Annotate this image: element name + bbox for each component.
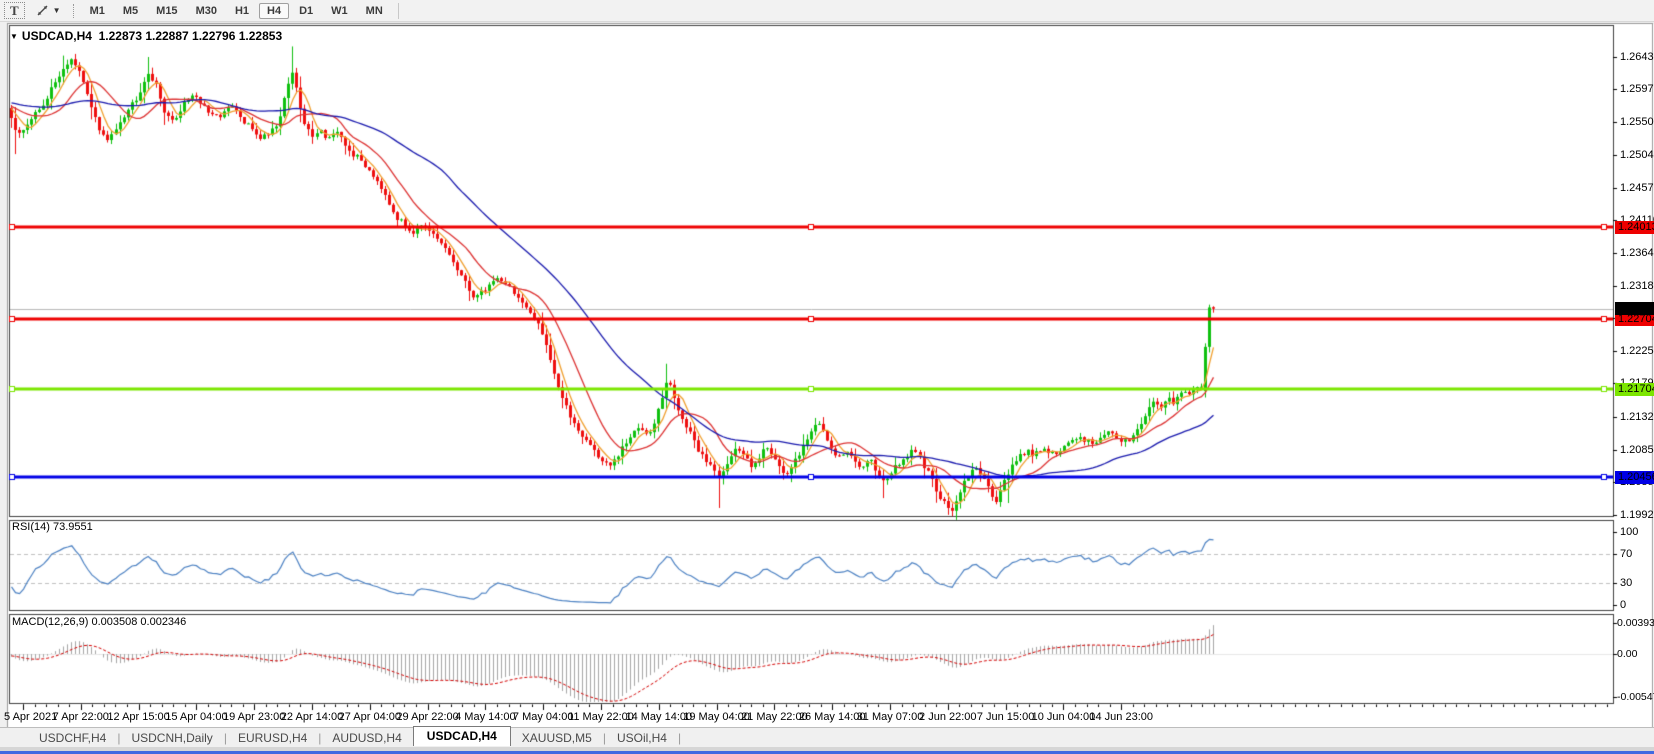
chart-tab-usdchf-h4[interactable]: USDCHF,H4 bbox=[28, 730, 117, 746]
price-axis-tick-label: 1.26430 bbox=[1620, 51, 1654, 63]
time-axis-label: 7 May 04:00 bbox=[513, 711, 574, 723]
chart-tab-bar: USDCHF,H4|USDCNH,Daily|EURUSD,H4|AUDUSD,… bbox=[0, 727, 1654, 747]
time-axis-label: 21 May 22:00 bbox=[741, 711, 808, 723]
rsi-axis-tick-label: 100 bbox=[1620, 526, 1638, 538]
price-axis-tick-label: 1.23640 bbox=[1620, 247, 1654, 259]
text-tool-button[interactable]: T bbox=[4, 2, 25, 19]
rsi-indicator-label: RSI(14) 73.9551 bbox=[12, 521, 93, 533]
rsi-axis-tick-label: 0 bbox=[1620, 599, 1626, 611]
chart-title: ▼ USDCAD,H4 1.22873 1.22887 1.22796 1.228… bbox=[10, 29, 282, 43]
toolbar-separator bbox=[398, 3, 399, 19]
chart-tab-usdcad-h4[interactable]: USDCAD,H4 bbox=[413, 726, 511, 746]
collapse-triangle-icon[interactable]: ▼ bbox=[10, 32, 18, 41]
time-axis-label: 27 Apr 04:00 bbox=[339, 711, 401, 723]
crosshair-arrows-tool-button[interactable]: ▼ bbox=[35, 4, 61, 18]
mt4-terminal: T ▼ M1M5M15M30H1H4D1W1MN ▼ USDCAD,H4 1.22… bbox=[0, 0, 1654, 754]
chart-tab-audusd-h4[interactable]: AUDUSD,H4 bbox=[321, 730, 412, 746]
timeframe-button-m15[interactable]: M15 bbox=[148, 3, 185, 19]
time-axis-label: 31 May 07:00 bbox=[857, 711, 924, 723]
tab-separator: | bbox=[678, 731, 681, 745]
rsi-axis-tick-label: 70 bbox=[1620, 548, 1632, 560]
timeframe-button-h1[interactable]: H1 bbox=[227, 3, 257, 19]
time-axis-label: 4 May 14:00 bbox=[455, 711, 516, 723]
price-level-tag: 1.20456 bbox=[1615, 471, 1654, 484]
time-axis-label: 15 Apr 04:00 bbox=[165, 711, 227, 723]
price-axis-tick-label: 1.25040 bbox=[1620, 149, 1654, 161]
macd-indicator-label: MACD(12,26,9) 0.003508 0.002346 bbox=[12, 616, 186, 628]
rsi-axis-tick-label: 30 bbox=[1620, 577, 1632, 589]
time-axis-label: 12 Apr 15:00 bbox=[107, 711, 169, 723]
axis-labels-overlay: 1.264301.259701.255001.250401.245701.241… bbox=[0, 0, 1654, 754]
chart-tab-usdcnh-daily[interactable]: USDCNH,Daily bbox=[120, 730, 223, 746]
timeframe-buttons: M1M5M15M30H1H4D1W1MN bbox=[81, 3, 392, 19]
chart-title-symbol: USDCAD,H4 bbox=[22, 29, 92, 43]
timeframe-button-d1[interactable]: D1 bbox=[291, 3, 321, 19]
time-axis-label: 22 Apr 14:00 bbox=[281, 711, 343, 723]
price-axis-tick-label: 1.22250 bbox=[1620, 345, 1654, 357]
time-axis-label: 19 May 04:00 bbox=[683, 711, 750, 723]
price-level-tag: 1.24013 bbox=[1615, 221, 1654, 234]
time-axis-label: 11 May 22:00 bbox=[568, 711, 634, 723]
macd-axis-tick-label: 0.00 bbox=[1617, 648, 1637, 660]
diagonal-arrows-icon bbox=[35, 4, 51, 18]
price-level-tag: 1.21704 bbox=[1615, 383, 1654, 396]
timeframe-button-mn[interactable]: MN bbox=[358, 3, 391, 19]
price-axis-tick-label: 1.25970 bbox=[1620, 83, 1654, 95]
price-axis-tick-label: 1.24570 bbox=[1620, 182, 1654, 194]
time-axis-label: 29 Apr 22:00 bbox=[396, 711, 458, 723]
time-axis-label: 2 Jun 22:00 bbox=[919, 711, 977, 723]
timeframe-button-m30[interactable]: M30 bbox=[188, 3, 225, 19]
time-axis-label: 7 Jun 15:00 bbox=[977, 711, 1035, 723]
toolbar: T ▼ M1M5M15M30H1H4D1W1MN bbox=[0, 0, 1654, 22]
timeframe-button-h4[interactable]: H4 bbox=[259, 3, 289, 19]
macd-axis-tick-label: 0.003936 bbox=[1617, 617, 1654, 629]
timeframe-button-m1[interactable]: M1 bbox=[82, 3, 113, 19]
time-axis-label: 10 Jun 04:00 bbox=[1032, 711, 1096, 723]
price-axis-tick-label: 1.25500 bbox=[1620, 116, 1654, 128]
time-axis-label: 19 Apr 23:00 bbox=[223, 711, 285, 723]
chart-tab-usoil-h4[interactable]: USOil,H4 bbox=[606, 730, 678, 746]
time-axis-label: 7 Apr 22:00 bbox=[53, 711, 109, 723]
macd-axis-tick-label: -0.00547 bbox=[1617, 691, 1654, 703]
price-axis-tick-label: 1.23180 bbox=[1620, 280, 1654, 292]
price-axis-tick-label: 1.20850 bbox=[1620, 444, 1654, 456]
dropdown-caret-icon: ▼ bbox=[53, 6, 61, 15]
time-axis-label: 14 May 14:00 bbox=[625, 711, 692, 723]
time-axis-label: 5 Apr 2021 bbox=[4, 711, 57, 723]
current-price-tag: 1.22853 bbox=[1615, 302, 1654, 315]
time-axis-label: 14 Jun 23:00 bbox=[1089, 711, 1153, 723]
time-axis-label: 26 May 14:00 bbox=[799, 711, 866, 723]
chart-tab-xauusd-m5[interactable]: XAUUSD,M5 bbox=[511, 730, 603, 746]
toolbar-grip bbox=[73, 4, 74, 18]
price-axis-tick-label: 1.21320 bbox=[1620, 411, 1654, 423]
price-axis-tick-label: 1.19920 bbox=[1620, 509, 1654, 521]
chart-tab-eurusd-h4[interactable]: EURUSD,H4 bbox=[227, 730, 318, 746]
timeframe-button-w1[interactable]: W1 bbox=[323, 3, 356, 19]
chart-title-ohlc: 1.22873 1.22887 1.22796 1.22853 bbox=[99, 29, 283, 43]
timeframe-button-m5[interactable]: M5 bbox=[115, 3, 146, 19]
